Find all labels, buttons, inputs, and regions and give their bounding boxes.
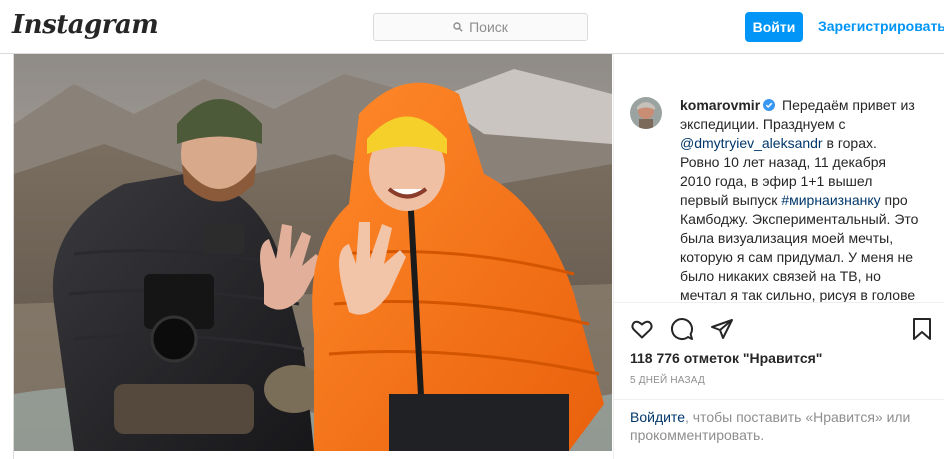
post-container: komarovmir Передаём привет из экспедиции… [13,54,944,459]
caption-text-3: про Камбоджу. Экспериментальный. Это был… [680,192,919,302]
heart-icon[interactable] [630,317,654,341]
search-placeholder: Поиск [469,19,508,35]
post-caption: komarovmir Передаём привет из экспедиции… [680,96,920,302]
signup-link[interactable]: Зарегистрироваться [818,18,944,34]
search-icon [453,22,463,32]
bookmark-icon[interactable] [910,317,934,341]
post-timestamp[interactable]: 5 ДНЕЙ НАЗАД [630,375,705,386]
login-prompt-link[interactable]: Войдите [630,409,685,425]
post-photo[interactable] [14,54,612,451]
avatar-image [630,97,662,129]
caption-mention[interactable]: @dmytryiev_aleksandr [680,135,823,151]
post-photo-illustration [14,54,612,451]
verified-badge-icon [763,99,776,111]
caption-username[interactable]: komarovmir [680,97,760,113]
post-actions: 118 776 отметок "Нравится" 5 ДНЕЙ НАЗАД … [614,302,944,459]
login-button[interactable]: Войти [745,12,803,42]
avatar[interactable] [630,97,662,129]
comment-icon[interactable] [670,317,694,341]
post-sidebar: komarovmir Передаём привет из экспедиции… [613,54,944,459]
instagram-logo[interactable]: Instagram [12,10,159,40]
caption-scroll-area[interactable]: komarovmir Передаём привет из экспедиции… [614,72,944,302]
share-icon[interactable] [710,317,734,341]
login-prompt: Войдите, чтобы поставить «Нравится» или … [614,399,944,452]
caption-hashtag[interactable]: #мирнаизнанку [781,192,880,208]
top-navigation: Instagram Поиск Войти Зарегистрироваться [0,0,944,54]
likes-count[interactable]: 118 776 отметок "Нравится" [630,350,822,366]
search-input[interactable]: Поиск [373,13,588,41]
